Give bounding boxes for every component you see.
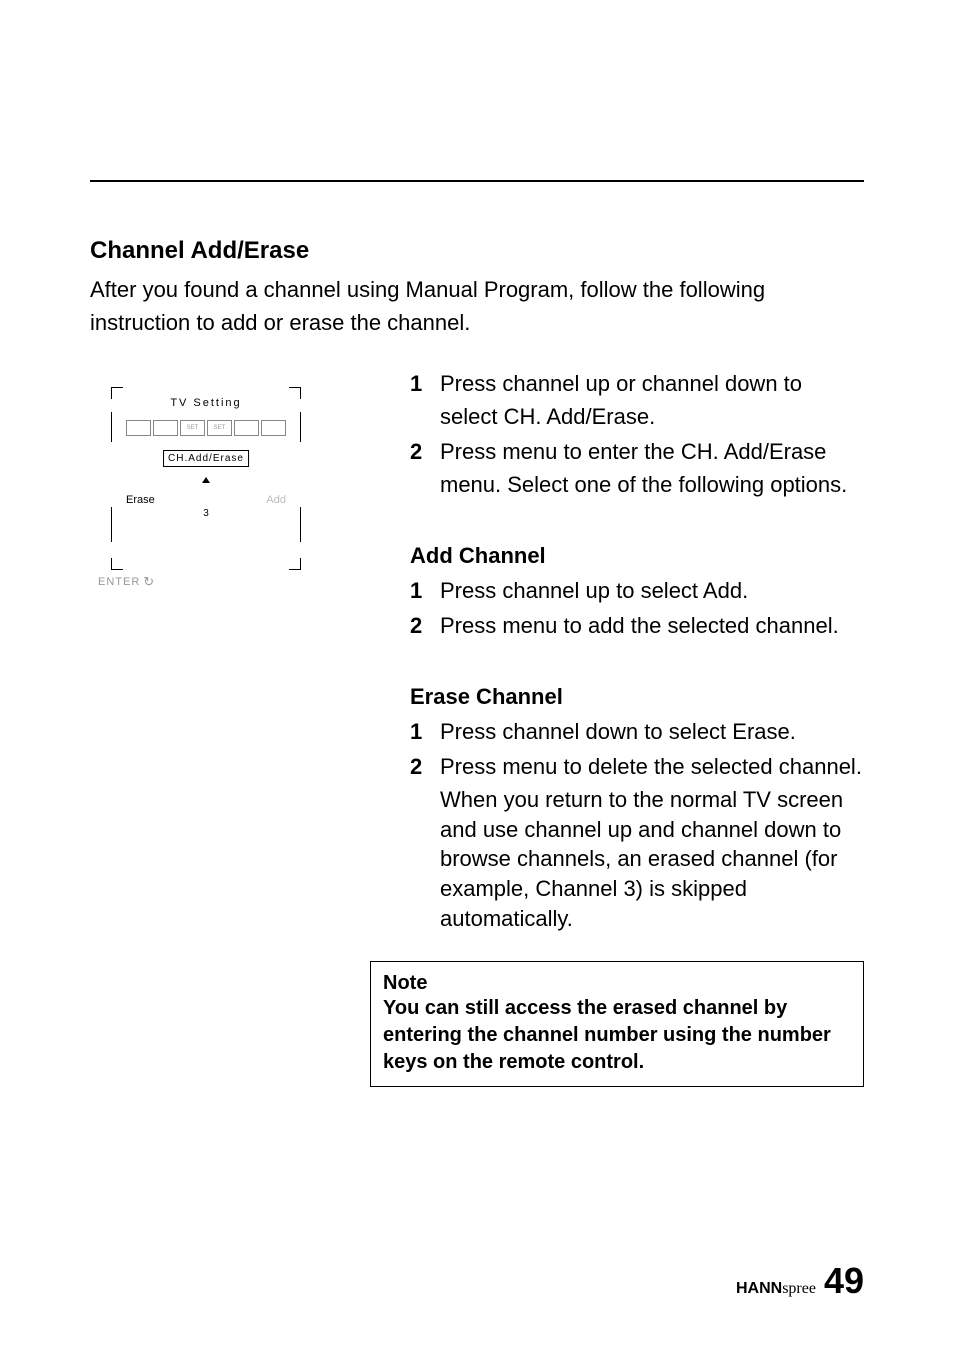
- list-item: Press menu to add the selected channel.: [410, 609, 864, 642]
- diagram-icon: [234, 420, 259, 436]
- section-title: Channel Add/Erase: [90, 237, 864, 265]
- bracket-corner: [111, 387, 123, 388]
- note-box: Note You can still access the erased cha…: [370, 961, 864, 1087]
- diagram-erase-label: Erase: [126, 494, 155, 506]
- page-number: 49: [824, 1260, 864, 1302]
- erase-after-text: When you return to the normal TV screen …: [410, 785, 864, 933]
- intro-paragraph: After you found a channel using Manual P…: [90, 273, 864, 339]
- diagram-icon: SET: [207, 420, 232, 436]
- diagram-icon: [261, 420, 286, 436]
- page-footer: HANNspree 49: [736, 1260, 864, 1302]
- diagram-column: TV Setting SET SET CH.Add/Erase Erase Ad…: [90, 382, 310, 582]
- note-title: Note: [383, 972, 851, 995]
- list-item: Press channel up or channel down to sele…: [410, 367, 864, 433]
- horizontal-rule: [90, 180, 864, 182]
- enter-text: ENTER: [98, 576, 140, 588]
- brand-part1: HANN: [736, 1280, 782, 1297]
- up-arrow-icon: [202, 477, 210, 483]
- list-item: Press channel up to select Add.: [410, 574, 864, 607]
- tv-diagram: TV Setting SET SET CH.Add/Erase Erase Ad…: [96, 382, 316, 582]
- bracket-corner: [111, 569, 123, 570]
- enter-arrow-icon: ↻: [143, 574, 155, 590]
- erase-steps-list: Press channel down to select Erase. Pres…: [410, 715, 864, 783]
- add-channel-title: Add Channel: [410, 543, 864, 569]
- list-item: Press menu to delete the selected channe…: [410, 750, 864, 783]
- diagram-icon-row: SET SET: [126, 420, 286, 436]
- brand-part2: spree: [782, 1280, 816, 1297]
- diagram-action-row: Erase Add: [126, 494, 286, 506]
- erase-channel-title: Erase Channel: [410, 684, 864, 710]
- diagram-icon: [153, 420, 178, 436]
- bracket-corner: [300, 558, 301, 570]
- bracket-edge: [111, 412, 112, 442]
- list-item: Press menu to enter the CH. Add/Erase me…: [410, 435, 864, 501]
- diagram-header: TV Setting: [96, 397, 316, 409]
- note-body: You can still access the erased channel …: [383, 995, 851, 1076]
- content-row: TV Setting SET SET CH.Add/Erase Erase Ad…: [90, 367, 864, 1087]
- bracket-corner: [111, 558, 112, 570]
- diagram-icon: [126, 420, 151, 436]
- text-column: Press channel up or channel down to sele…: [410, 367, 864, 1087]
- diagram-add-label: Add: [266, 494, 286, 506]
- main-steps-list: Press channel up or channel down to sele…: [410, 367, 864, 501]
- bracket-edge: [300, 507, 301, 542]
- diagram-enter-label: ENTER ↻: [98, 574, 155, 590]
- bracket-edge: [111, 507, 112, 542]
- bracket-edge: [300, 412, 301, 442]
- add-steps-list: Press channel up to select Add. Press me…: [410, 574, 864, 642]
- diagram-icon: SET: [180, 420, 205, 436]
- diagram-menu-label: CH.Add/Erase: [163, 450, 249, 467]
- brand-logo: HANNspree: [736, 1280, 816, 1298]
- list-item: Press channel down to select Erase.: [410, 715, 864, 748]
- diagram-channel-number: 3: [203, 508, 209, 519]
